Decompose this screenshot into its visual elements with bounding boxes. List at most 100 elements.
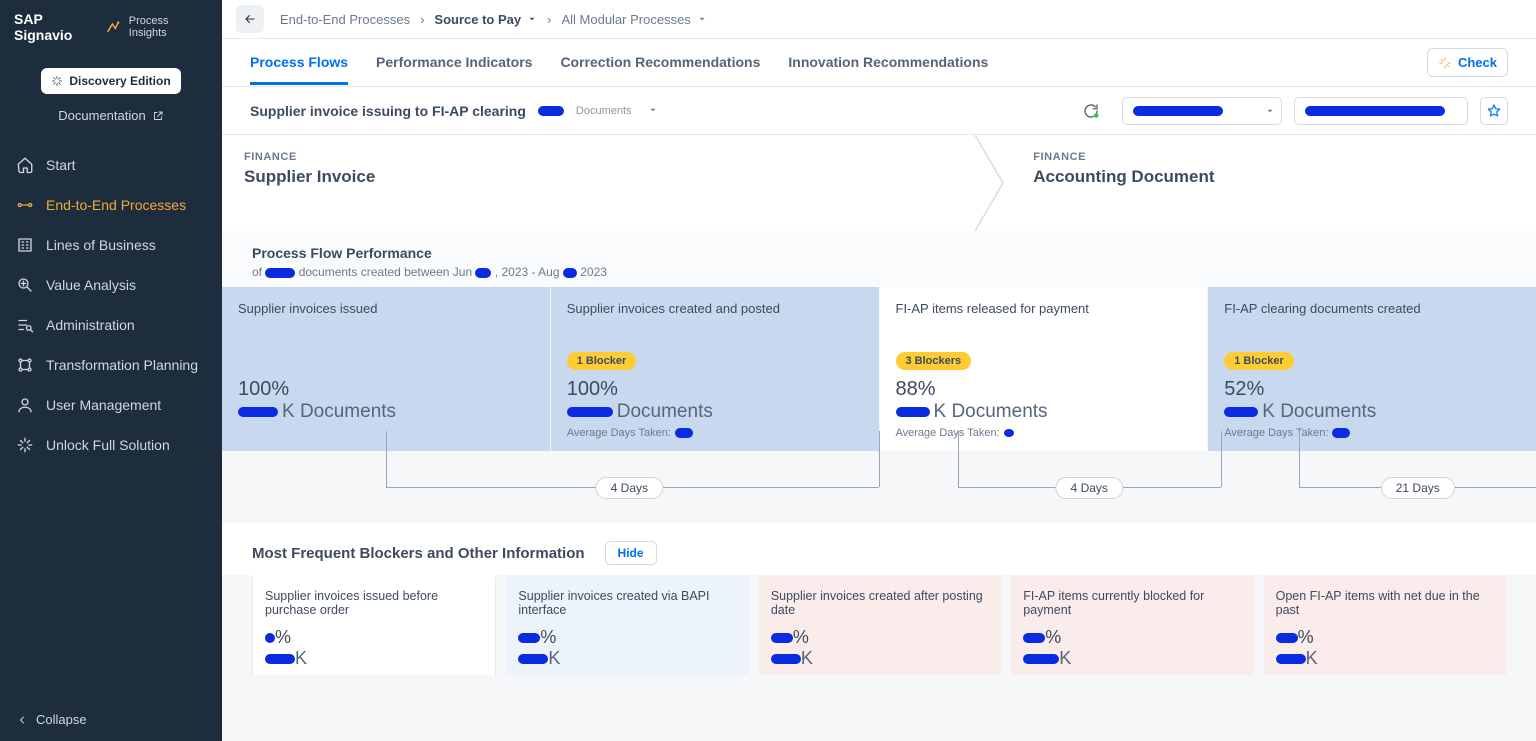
- sidebar-item-start[interactable]: Start: [0, 145, 222, 185]
- context-dropdown[interactable]: [648, 102, 658, 120]
- documentation-label: Documentation: [58, 108, 145, 123]
- blocker-title: Supplier invoices created via BAPI inter…: [518, 589, 736, 623]
- step-card[interactable]: FI-AP items released for payment 3 Block…: [879, 287, 1208, 451]
- performance-header: Process Flow Performance of documents cr…: [222, 231, 1536, 287]
- sidebar-item-label: Value Analysis: [46, 277, 136, 293]
- chevron-left-icon: [16, 714, 28, 726]
- date-range-a[interactable]: [1122, 97, 1282, 125]
- stage-eyebrow: FINANCE: [1033, 151, 1514, 163]
- perf-subtitle: of documents created between Jun , 2023 …: [252, 265, 1506, 279]
- sidebar-item-e2e[interactable]: End-to-End Processes: [0, 185, 222, 225]
- brand: SAP Signavio Process Insights: [0, 0, 222, 54]
- star-icon: [1486, 103, 1502, 119]
- blocker-card[interactable]: FI-AP items currently blocked for paymen…: [1011, 575, 1253, 675]
- sidebar-item-label: Unlock Full Solution: [46, 437, 170, 453]
- stage-title: Supplier Invoice: [244, 167, 989, 187]
- step-card[interactable]: FI-AP clearing documents created 1 Block…: [1207, 287, 1536, 451]
- discovery-edition-label: Discovery Edition: [69, 74, 170, 88]
- blocker-badge[interactable]: 3 Blockers: [896, 352, 972, 370]
- chevron-down-icon: [697, 14, 707, 24]
- blocker-card[interactable]: Supplier invoices created after posting …: [759, 575, 1001, 675]
- step-percent: 52%: [1224, 378, 1520, 401]
- tab-performance-indicators[interactable]: Performance Indicators: [376, 40, 532, 85]
- main: End-to-End Processes › Source to Pay › A…: [222, 0, 1536, 741]
- step-card[interactable]: Supplier invoices issued . 100% K Docume…: [222, 287, 550, 451]
- tab-innovation-recs[interactable]: Innovation Recommendations: [788, 40, 988, 85]
- sidebar-item-users[interactable]: User Management: [0, 385, 222, 425]
- breadcrumb: End-to-End Processes › Source to Pay › A…: [280, 12, 707, 27]
- blocker-badge[interactable]: 1 Blocker: [567, 352, 637, 370]
- stage-headers: FINANCE Supplier Invoice FINANCE Account…: [222, 135, 1536, 231]
- step-avg: Average Days Taken:: [1224, 427, 1520, 439]
- blocker-count: K: [771, 648, 989, 669]
- blocker-cards: Supplier invoices issued before purchase…: [222, 575, 1536, 687]
- building-icon: [16, 236, 34, 254]
- crumb-e2e[interactable]: End-to-End Processes: [280, 12, 410, 27]
- sidebar-item-lob[interactable]: Lines of Business: [0, 225, 222, 265]
- sparkle-icon: [16, 436, 34, 454]
- step-percent: 100%: [567, 378, 863, 401]
- blocker-percent: %: [771, 627, 989, 648]
- nav: Start End-to-End Processes Lines of Busi…: [0, 137, 222, 465]
- edge-label: 21 Days: [1381, 477, 1455, 499]
- sidebar: SAP Signavio Process Insights Discovery …: [0, 0, 222, 741]
- edge-label: 4 Days: [596, 477, 663, 499]
- blocker-percent: %: [265, 627, 483, 648]
- tabs: Process Flows Performance Indicators Cor…: [222, 39, 1536, 87]
- back-button[interactable]: [236, 5, 264, 33]
- external-link-icon: [152, 110, 164, 122]
- topbar: End-to-End Processes › Source to Pay › A…: [222, 0, 1536, 39]
- blocker-badge[interactable]: 1 Blocker: [1224, 352, 1294, 370]
- sidebar-item-label: Start: [46, 157, 76, 173]
- blockers-header: Most Frequent Blockers and Other Informa…: [222, 523, 1536, 575]
- redacted: [265, 268, 295, 278]
- check-button[interactable]: Check: [1427, 48, 1508, 77]
- blocker-percent: %: [518, 627, 736, 648]
- chevron-down-icon: [1265, 106, 1275, 116]
- hide-button[interactable]: Hide: [605, 541, 657, 565]
- step-avg: Average Days Taken:: [896, 427, 1192, 439]
- brand-logo-icon: [105, 18, 123, 36]
- redacted: [1133, 106, 1223, 116]
- step-card[interactable]: Supplier invoices created and posted 1 B…: [550, 287, 879, 451]
- date-range-b[interactable]: [1294, 97, 1468, 125]
- blocker-count: K: [518, 648, 736, 669]
- sidebar-item-transformation[interactable]: Transformation Planning: [0, 345, 222, 385]
- blocker-title: Supplier invoices created after posting …: [771, 589, 989, 623]
- stage-eyebrow: FINANCE: [244, 151, 989, 163]
- edge-label: 4 Days: [1056, 477, 1123, 499]
- step-docs: K Documents: [1224, 401, 1520, 423]
- discovery-edition-button[interactable]: Discovery Edition: [41, 68, 180, 94]
- sidebar-item-admin[interactable]: Administration: [0, 305, 222, 345]
- tab-correction-recs[interactable]: Correction Recommendations: [560, 40, 760, 85]
- blocker-card[interactable]: Supplier invoices created via BAPI inter…: [506, 575, 748, 675]
- collapse-sidebar[interactable]: Collapse: [0, 698, 222, 741]
- brand-name: SAP Signavio: [14, 11, 103, 43]
- stage-supplier-invoice: FINANCE Supplier Invoice: [222, 135, 1011, 231]
- blocker-count: K: [1023, 648, 1241, 669]
- sidebar-item-unlock[interactable]: Unlock Full Solution: [0, 425, 222, 465]
- sidebar-item-label: Transformation Planning: [46, 357, 198, 373]
- blocker-percent: %: [1276, 627, 1494, 648]
- blocker-title: Open FI-AP items with net due in the pas…: [1276, 589, 1494, 623]
- sidebar-item-label: End-to-End Processes: [46, 197, 186, 213]
- flow-icon: [16, 196, 34, 214]
- crumb-source-to-pay[interactable]: Source to Pay: [434, 12, 537, 27]
- sidebar-item-label: Administration: [46, 317, 135, 333]
- sidebar-item-label: Lines of Business: [46, 237, 156, 253]
- crumb-modular[interactable]: All Modular Processes: [561, 12, 706, 27]
- step-docs: K Documents: [896, 401, 1192, 423]
- step-name: Supplier invoices created and posted: [567, 301, 863, 316]
- blocker-card[interactable]: Open FI-AP items with net due in the pas…: [1264, 575, 1506, 675]
- sidebar-item-value[interactable]: Value Analysis: [0, 265, 222, 305]
- context-row: Supplier invoice issuing to FI-AP cleari…: [222, 87, 1536, 135]
- documentation-link[interactable]: Documentation: [0, 100, 222, 137]
- chevron-down-icon: [527, 14, 537, 24]
- step-connectors: 4 Days 4 Days 21 Days: [222, 451, 1536, 523]
- blocker-card[interactable]: Supplier invoices issued before purchase…: [252, 575, 496, 675]
- refresh-icon[interactable]: [1082, 102, 1100, 120]
- favorite-button[interactable]: [1480, 97, 1508, 125]
- stage-accounting-document: FINANCE Accounting Document: [1011, 135, 1536, 231]
- tab-process-flows[interactable]: Process Flows: [250, 40, 348, 85]
- chevron-down-icon: [648, 105, 658, 115]
